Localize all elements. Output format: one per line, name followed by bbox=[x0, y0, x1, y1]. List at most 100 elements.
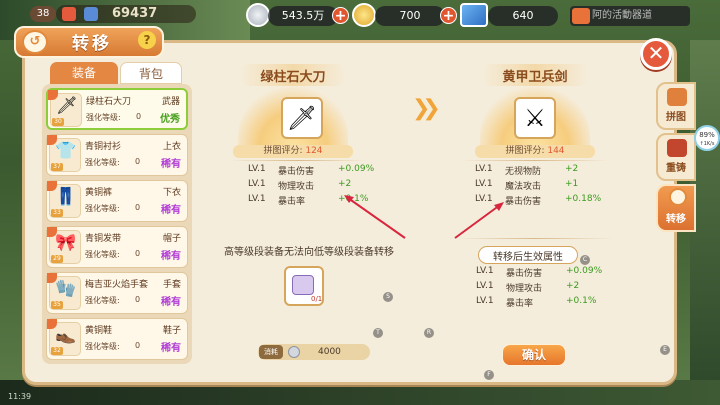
add-gold-button[interactable]: + bbox=[440, 7, 457, 24]
after-transfer-title: 转移后生效属性 bbox=[493, 252, 563, 263]
flag-icon[interactable] bbox=[62, 7, 76, 21]
item-name: 黄铜鞋 bbox=[85, 326, 113, 336]
source-stat-value: +2 bbox=[338, 179, 352, 189]
item-type: 武器 bbox=[161, 97, 180, 107]
item-quality-badge: 稀有 bbox=[161, 297, 181, 308]
material-count: 0/1 bbox=[311, 295, 323, 303]
equipment-icon: 👞 bbox=[55, 325, 77, 345]
after-stat-name: 物理攻击 bbox=[506, 284, 543, 294]
source-divider bbox=[228, 160, 368, 161]
overlay-dot-s: S bbox=[383, 292, 393, 302]
item-strength-label: 强化等级: bbox=[85, 296, 120, 305]
item-strength-label: 强化等级: bbox=[85, 342, 120, 351]
item-level: 33 bbox=[51, 209, 63, 217]
target-equipment-slot[interactable]: ⚔ bbox=[514, 97, 556, 139]
source-stat-level: LV.1 bbox=[248, 164, 266, 174]
source-stat-name: 暴击伤害 bbox=[278, 167, 315, 177]
anvil-icon bbox=[667, 139, 687, 157]
cost-value: 4000 bbox=[318, 347, 341, 357]
item-name: 青铜发带 bbox=[85, 234, 122, 244]
item-type: 帽子 bbox=[162, 234, 181, 244]
target-score: 拼图评分: 144 bbox=[475, 145, 595, 158]
source-stat-level: LV.1 bbox=[248, 194, 266, 204]
item-quality-badge: 优秀 bbox=[160, 114, 180, 125]
item-strength-label: 强化等级: bbox=[85, 158, 120, 167]
transfer-title-icon: ↺ bbox=[22, 30, 48, 54]
target-stat-level: LV.1 bbox=[475, 164, 493, 174]
gauge-speed: ↑1K/s bbox=[699, 141, 715, 147]
after-stat-level: LV.1 bbox=[476, 281, 494, 291]
item-quality-badge: 稀有 bbox=[161, 205, 181, 216]
silver-coin-icon-small bbox=[288, 346, 300, 358]
transfer-stone-icon bbox=[292, 275, 314, 295]
item-strength-value: 0 bbox=[135, 249, 141, 258]
equipment-list[interactable]: 🗡 30 绿柱石大刀 武器 强化等级: 0 优秀 👕 37 青铜衬衫 上衣 强化等级: 0 稀有 👖 33 黄铜… bbox=[42, 84, 192, 364]
item-level: 29 bbox=[51, 255, 63, 263]
after-divider-top bbox=[455, 238, 615, 239]
item-quality-badge: 稀有 bbox=[161, 343, 181, 354]
item-level: 32 bbox=[51, 347, 63, 355]
tab-backpack[interactable]: 背包 bbox=[120, 62, 182, 84]
item-level: 30 bbox=[52, 118, 64, 126]
transfer-arrow-icon: ❯❯ bbox=[412, 96, 441, 121]
confirm-button[interactable]: 确认 bbox=[502, 344, 566, 366]
tab-equipment[interactable]: 装备 bbox=[50, 62, 118, 84]
cost-label: 消耗 bbox=[259, 345, 283, 359]
side-tab-puzzle-label: 拼图 bbox=[666, 112, 686, 123]
item-strength-label: 强化等级: bbox=[85, 250, 120, 259]
item-strength-value: 0 bbox=[135, 295, 141, 304]
target-stat-value: +0.18% bbox=[565, 194, 602, 204]
after-stat-level: LV.1 bbox=[476, 296, 494, 306]
silver-amount: 543.5万 bbox=[268, 6, 338, 26]
gold-coin-icon bbox=[352, 3, 376, 27]
ticket-amount: 640 bbox=[488, 6, 558, 26]
target-stat-name: 暴击伤害 bbox=[505, 197, 542, 207]
list-item[interactable]: 🧤 35 梅吉亚火焰手套 手套 强化等级: 0 稀有 bbox=[46, 272, 188, 314]
gauge-percent: 89% bbox=[699, 131, 715, 139]
item-type: 下衣 bbox=[162, 188, 181, 198]
after-stat-name: 暴击伤害 bbox=[506, 269, 543, 279]
item-name: 梅吉亚火焰手套 bbox=[85, 280, 149, 290]
after-stat-value: +0.1% bbox=[566, 296, 597, 306]
target-stat-value: +1 bbox=[565, 179, 579, 189]
panel-title: 转移 bbox=[72, 34, 112, 54]
mail-icon[interactable] bbox=[84, 7, 98, 21]
source-score: 拼图评分: 124 bbox=[233, 145, 353, 158]
item-name: 青铜衬衫 bbox=[85, 142, 122, 152]
gold-amount: 700 bbox=[375, 6, 445, 26]
overlay-dot-c: C bbox=[580, 255, 590, 265]
list-item[interactable]: 🎀 29 青铜发带 帽子强化等级: 0 稀有 bbox=[46, 226, 188, 268]
item-name: 黄铜裤 bbox=[85, 188, 113, 198]
list-item[interactable]: 👕 37 青铜衬衫 上衣 强化等级: 0 稀有 bbox=[46, 134, 188, 176]
after-stat-level: LV.1 bbox=[476, 266, 494, 276]
equipment-icon: 🎀 bbox=[55, 233, 77, 253]
overlay-dot-r: R bbox=[424, 328, 434, 338]
item-type: 手套 bbox=[162, 280, 181, 290]
help-icon[interactable]: ? bbox=[138, 31, 156, 49]
add-silver-button[interactable]: + bbox=[332, 7, 349, 24]
close-button[interactable]: ✕ bbox=[640, 38, 672, 70]
target-stat-name: 无视物防 bbox=[505, 167, 542, 177]
item-type: 上衣 bbox=[162, 142, 181, 152]
player-level: 38 bbox=[30, 6, 56, 22]
equipment-icon: 🧤 bbox=[55, 279, 77, 299]
list-item[interactable]: 🗡 30 绿柱石大刀 武器 强化等级: 0 优秀 bbox=[46, 88, 188, 130]
overlay-dot-f: F bbox=[484, 370, 494, 380]
item-type: 鞋子 bbox=[162, 326, 181, 336]
target-divider bbox=[460, 160, 610, 161]
item-name: 绿柱石大刀 bbox=[86, 97, 132, 107]
source-stat-name: 暴击率 bbox=[278, 197, 306, 207]
item-quality-badge: 稀有 bbox=[161, 251, 181, 262]
after-stat-value: +2 bbox=[566, 281, 580, 291]
target-stat-value: +2 bbox=[565, 164, 579, 174]
list-item[interactable]: 👞 32 黄铜鞋 鞋子 强化等级: 0 稀有 bbox=[46, 318, 188, 360]
source-stat-name: 物理攻击 bbox=[278, 182, 315, 192]
performance-gauge: 89% ↑1K/s bbox=[694, 125, 720, 151]
equipment-icon: 👖 bbox=[55, 187, 77, 207]
transfer-icon bbox=[669, 188, 687, 206]
source-equipment-slot[interactable]: 🗡 bbox=[281, 97, 323, 139]
star-icon bbox=[572, 8, 590, 24]
list-item[interactable]: 👖 33 黄铜裤 下衣 强化等级: 0 稀有 bbox=[46, 180, 188, 222]
target-stat-level: LV.1 bbox=[475, 194, 493, 204]
silver-coin-icon bbox=[246, 3, 270, 27]
